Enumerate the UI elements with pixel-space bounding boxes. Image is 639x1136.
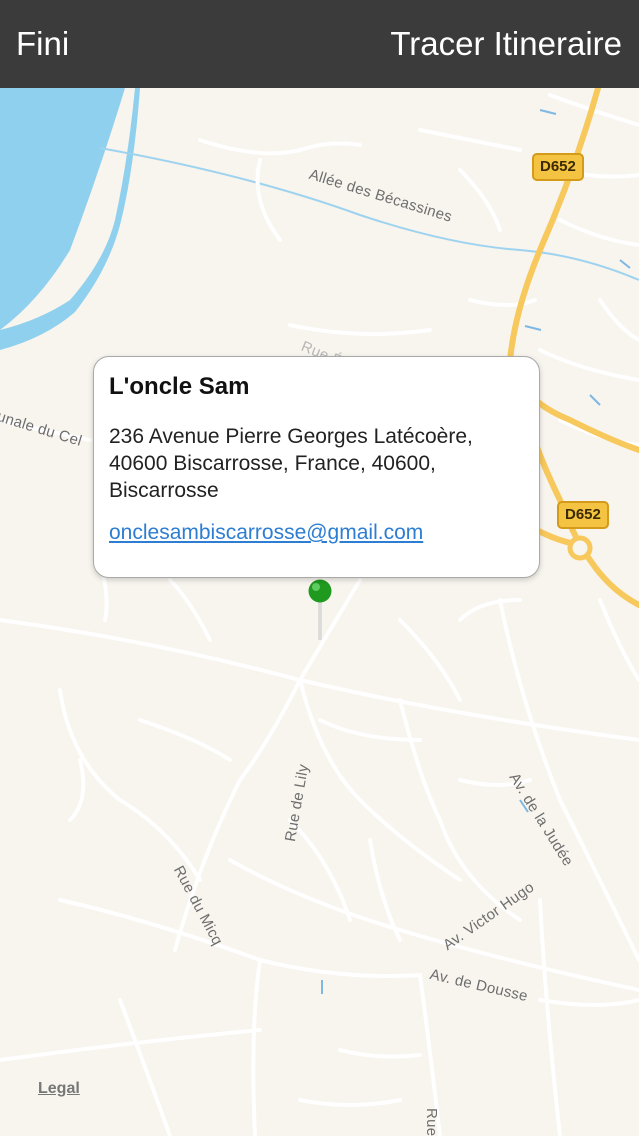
lake-water [0, 88, 125, 330]
email-link[interactable]: onclesambiscarrosse@gmail.com [109, 521, 423, 545]
done-button[interactable]: Fini [16, 24, 69, 64]
place-callout[interactable]: L'oncle Sam 236 Avenue Pierre Georges La… [93, 356, 540, 578]
roundabout [567, 535, 593, 561]
place-name: L'oncle Sam [109, 373, 250, 400]
directions-button[interactable]: Tracer Itineraire [390, 24, 622, 64]
navigation-bar: Fini Tracer Itineraire [0, 0, 639, 88]
road-shield-d652-middle: D652 [557, 501, 609, 529]
place-address: 236 Avenue Pierre Georges Latécoère, 406… [109, 423, 529, 504]
address-line: 236 Avenue Pierre Georges Latécoère, [109, 425, 473, 448]
address-line: Biscarrosse [109, 479, 219, 502]
map-pin-icon[interactable] [307, 578, 333, 644]
address-line: 40600 Biscarrosse, France, 40600, [109, 452, 436, 475]
road-label-rue-bottom: Rue [423, 1108, 440, 1136]
road-shield-d652-top: D652 [532, 153, 584, 181]
legal-link[interactable]: Legal [38, 1080, 80, 1098]
